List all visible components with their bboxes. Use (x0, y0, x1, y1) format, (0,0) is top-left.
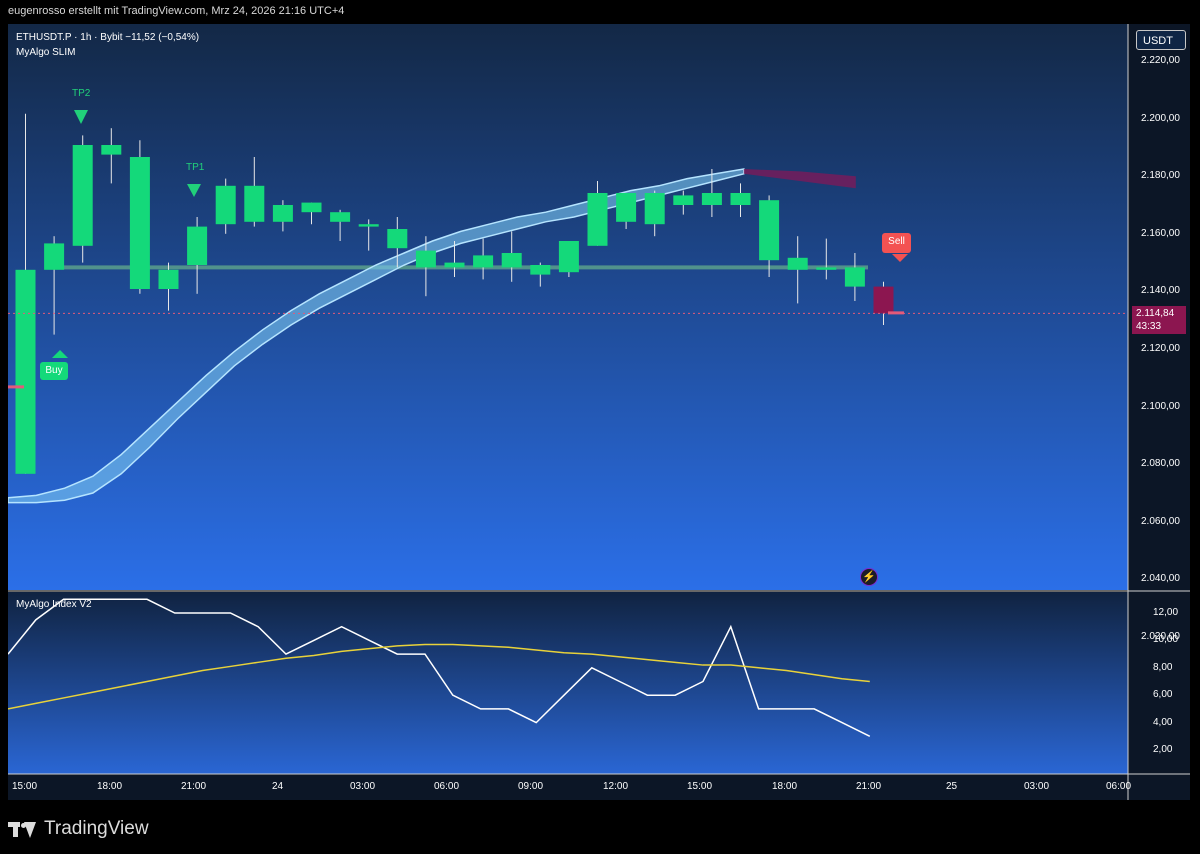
tradingview-brand: TradingView (8, 816, 149, 842)
candle-body (501, 253, 522, 268)
x-axis-tick-label: 06:00 (1106, 781, 1132, 792)
candle-body (187, 226, 208, 265)
candle-body (873, 286, 894, 314)
y-axis-sub-tick-label: 12,00 (1153, 607, 1179, 618)
candle-body (15, 269, 36, 474)
x-axis-tick-label: 21:00 (181, 781, 207, 792)
x-axis-tick-label: 24 (272, 781, 284, 792)
y-axis-tick-label: 2.200,00 (1141, 112, 1180, 124)
countdown-value: 43:33 (1136, 321, 1162, 332)
symbol-legend[interactable]: ETHUSDT.P · 1h · Bybit −11,52 (−0,54%) (16, 32, 199, 43)
y-axis-tick-label: 2.120,00 (1141, 343, 1180, 354)
x-axis-tick-label: 15:00 (687, 781, 713, 792)
y-axis-tick-label: 2.040,00 (1141, 573, 1180, 585)
candle-body (358, 224, 379, 227)
candle-body (101, 145, 122, 155)
x-axis-tick-label: 09:00 (518, 781, 544, 792)
y-axis-tick-label: 2.080,00 (1141, 458, 1180, 470)
candle-body (72, 145, 93, 246)
candle-body (530, 265, 551, 275)
candle-body (244, 185, 265, 222)
y-axis-tick-label: 2.100,00 (1141, 400, 1180, 412)
sell-signal-badge: Sell (882, 233, 911, 253)
x-axis-tick-label: 06:00 (434, 781, 460, 792)
last-price-value: 2.114,84 (1136, 308, 1175, 319)
candle-body (759, 200, 780, 261)
candle-body (473, 255, 494, 268)
candle-body (387, 229, 408, 249)
projection-mark (888, 311, 904, 315)
candle-body (301, 202, 322, 213)
main-pane-bg (8, 24, 1128, 590)
candle-body (844, 267, 865, 287)
y-axis-sub-tick-label: 4,00 (1153, 716, 1173, 728)
candle-body (215, 185, 236, 225)
candle-body (158, 269, 179, 289)
tradingview-logo-icon (8, 820, 38, 838)
indicator-legend[interactable]: MyAlgo SLIM (16, 47, 75, 58)
candle-body (701, 193, 722, 205)
y-axis-sub-tick-label: 8,00 (1153, 661, 1173, 673)
candle-body (129, 157, 150, 289)
candle-body (558, 241, 579, 273)
top-bar: eugenrosso erstellt mit TradingView.com,… (0, 0, 1200, 24)
x-axis-tick-label: 15:00 (12, 781, 38, 792)
x-axis-tick-label: 25 (946, 781, 958, 792)
y-axis-tick-label: 2.220,00 (1141, 55, 1180, 66)
candle-body (587, 193, 608, 246)
x-axis-tick-label: 12:00 (603, 781, 629, 792)
lightning-icon[interactable]: ⚡ (860, 568, 878, 586)
price-scale-bg (1128, 24, 1190, 800)
tp1-label: TP1 (186, 162, 205, 173)
x-axis-tick-label: 18:00 (97, 781, 123, 792)
last-price-tag: 2.114,84 43:33 (1132, 306, 1186, 334)
sub-indicator-legend[interactable]: MyAlgo Index V2 (16, 599, 92, 610)
candle-body (673, 195, 694, 205)
y-axis-tick-label: 2.160,00 (1141, 227, 1180, 239)
candle-body (816, 267, 837, 270)
time-scale-bg (8, 774, 1128, 800)
x-axis-tick-label: 03:00 (1024, 781, 1050, 792)
left-level-mark (8, 385, 24, 389)
y-axis-sub-tick-label: 2,00 (1153, 744, 1173, 755)
y-axis-tick-label: 2.180,00 (1141, 170, 1180, 182)
x-axis-tick-label: 21:00 (856, 781, 882, 792)
candle-body (415, 250, 436, 268)
x-axis-tick-label: 18:00 (772, 781, 798, 792)
tp2-label: TP2 (72, 88, 91, 99)
attribution-text: eugenrosso erstellt mit TradingView.com,… (8, 5, 345, 17)
candle-body (330, 212, 351, 222)
sub-pane-bg (8, 592, 1128, 774)
brand-name: TradingView (44, 818, 149, 839)
y-axis-tick-label: 2.140,00 (1141, 285, 1180, 297)
candle-body (44, 243, 65, 270)
candle-body (272, 205, 293, 222)
y-axis-tick-label: 2.060,00 (1141, 515, 1180, 527)
candle-body (644, 193, 665, 225)
chart-canvas[interactable] (8, 24, 1190, 800)
currency-button[interactable]: USDT (1136, 30, 1186, 50)
y-axis-sub-tick-label: 6,00 (1153, 689, 1173, 701)
buy-signal-badge: Buy (40, 362, 68, 380)
candle-body (787, 257, 808, 270)
y-axis-sub-tick-label: 10,00 (1153, 634, 1179, 646)
candle-body (444, 262, 465, 268)
candle-body (730, 193, 751, 205)
candle-body (616, 193, 637, 222)
x-axis-tick-label: 03:00 (350, 781, 376, 792)
chart-frame (8, 24, 1190, 800)
